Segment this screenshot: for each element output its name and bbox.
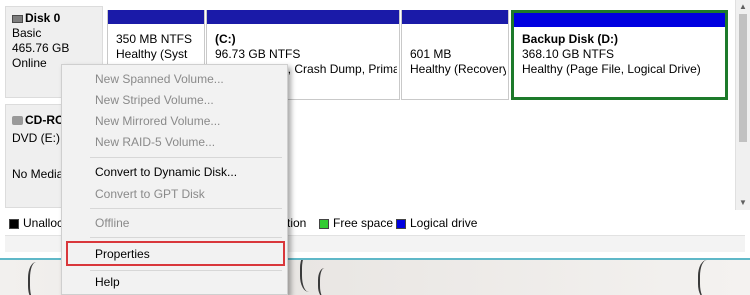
partition-status: Healthy (Page File, Logical Drive) xyxy=(522,62,701,76)
partition-size: 96.73 GB NTFS xyxy=(215,47,301,61)
menu-separator xyxy=(90,208,282,209)
menu-convert-dynamic-disk[interactable]: Convert to Dynamic Disk... xyxy=(95,162,237,183)
disk-size: 465.76 GB xyxy=(12,41,70,55)
menu-properties[interactable]: Properties xyxy=(95,245,150,264)
partition-size: 350 MB NTFS xyxy=(116,32,193,46)
menu-new-spanned-volume[interactable]: New Spanned Volume... xyxy=(95,69,224,90)
menu-properties-highlight[interactable]: Properties xyxy=(66,241,285,266)
menu-separator xyxy=(90,237,282,238)
partition-recovery[interactable]: 601 MB Healthy (Recovery xyxy=(401,10,509,100)
hard-disk-icon xyxy=(12,14,23,23)
legend-label: Logical drive xyxy=(410,216,478,230)
legend-label: Free space xyxy=(333,216,394,230)
menu-separator xyxy=(90,157,282,158)
menu-help[interactable]: Help xyxy=(95,272,120,293)
partition-bar xyxy=(514,13,725,27)
partition-status: Healthy (Recovery xyxy=(410,62,506,76)
scroll-up-arrow-icon[interactable]: ▲ xyxy=(739,2,747,11)
partition-status: Healthy (Syst xyxy=(116,47,188,61)
context-menu: New Spanned Volume... New Striped Volume… xyxy=(61,64,288,295)
partition-bar xyxy=(402,10,508,24)
cd-drive-icon xyxy=(12,116,23,126)
free-space-swatch-icon xyxy=(319,218,329,229)
menu-new-mirrored-volume[interactable]: New Mirrored Volume... xyxy=(95,111,220,132)
menu-separator xyxy=(90,270,282,271)
menu-new-raid5-volume[interactable]: New RAID-5 Volume... xyxy=(95,132,215,153)
partition-bar xyxy=(108,10,204,24)
partition-d-selected[interactable]: Backup Disk (D:) 368.10 GB NTFS Healthy … xyxy=(511,10,728,100)
partition-size: 368.10 GB NTFS xyxy=(522,47,615,61)
menu-offline[interactable]: Offline xyxy=(95,213,129,234)
partition-label xyxy=(410,32,506,47)
vertical-scrollbar[interactable]: ▲ ▼ xyxy=(735,0,750,210)
scroll-down-arrow-icon[interactable]: ▼ xyxy=(739,198,747,207)
logical-drive-swatch-icon xyxy=(396,218,406,229)
disk-type: Basic xyxy=(12,26,42,40)
scroll-thumb[interactable] xyxy=(739,14,747,142)
menu-convert-gpt-disk[interactable]: Convert to GPT Disk xyxy=(95,184,205,205)
partition-bar xyxy=(207,10,399,24)
partition-label: Backup Disk (D:) xyxy=(522,32,619,46)
disk-name: Disk 0 xyxy=(25,11,61,25)
partition-label: (C:) xyxy=(215,32,236,46)
menu-new-striped-volume[interactable]: New Striped Volume... xyxy=(95,90,214,111)
partition-size: 601 MB xyxy=(410,47,452,61)
unallocated-swatch-icon xyxy=(9,218,19,229)
